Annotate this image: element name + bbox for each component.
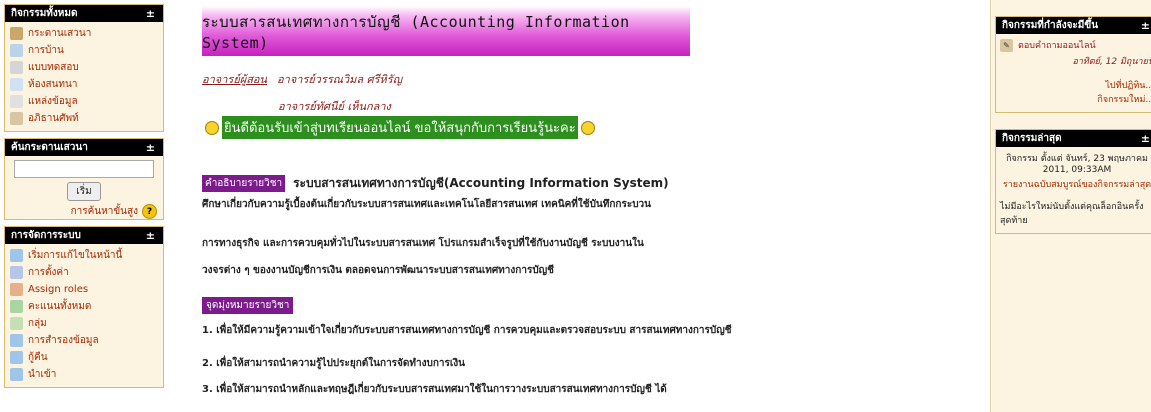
objective-line: 3. เพื่อให้สามารถนำหลักและทฤษฎีเกี่ยวกับ… <box>202 384 667 395</box>
nav-item[interactable]: Assign roles <box>10 281 158 298</box>
glossary-icon <box>10 112 23 125</box>
new-event-link[interactable]: กิจกรรมใหม่... <box>1000 92 1151 106</box>
restore-icon <box>10 351 23 364</box>
activities-block-header: กิจกรรมทั้งหมด ± <box>5 5 163 22</box>
nav-item[interactable]: กลุ่ม <box>10 315 158 332</box>
nav-item[interactable]: การสำรองข้อมูล <box>10 332 158 349</box>
assignment-icon <box>10 44 23 57</box>
nothing-new-text: ไม่มีอะไรใหม่นับตั้งแต่คุณล็อกอินครั้งสุ… <box>1000 202 1144 226</box>
nav-item[interactable]: คะแนนทั้งหมด <box>10 298 158 315</box>
activity-since: กิจกรรม ตั้งแต่ จันทร์, 23 พฤษภาคม 2011,… <box>1006 154 1148 175</box>
upcoming-event-link[interactable]: ตอบคำถามออนไลน์ <box>1018 38 1096 52</box>
description-line: วงจรต่าง ๆ ของงานบัญชีการเงิน ตลอดจนการพ… <box>202 265 554 276</box>
collapse-toggle-icon[interactable]: ± <box>1141 17 1150 34</box>
admin-list: เริ่มการแก้ไขในหน้านี้การตั้งค่า Assign r… <box>5 244 163 387</box>
nav-item[interactable]: การบ้าน <box>10 42 158 59</box>
teacher-name-1: อาจารย์วรรณวิมล ศรีหิรัญ <box>277 73 403 86</box>
administration-block: การจัดการระบบ ± เริ่มการแก้ไขในหน้านี้กา… <box>4 226 164 388</box>
advanced-search-link[interactable]: การค้นหาขั้นสูง <box>71 204 138 219</box>
upcoming-block-title: กิจกรรมที่กำลังจะมีขึ้น <box>1002 20 1099 31</box>
description-heading: คำอธิบายรายวิชา ระบบสารสนเทศทางการบัญชี(… <box>202 174 669 193</box>
nav-item-label: คะแนนทั้งหมด <box>28 301 92 312</box>
nav-item[interactable]: นำเข้า <box>10 366 158 383</box>
resource-icon <box>10 95 23 108</box>
objective-line: 2. เพื่อให้สามารถนำความรู้ไปประยุกต์ในกา… <box>202 358 466 369</box>
nav-item[interactable]: ห้องสนทนา <box>10 76 158 93</box>
objectives-heading: จุดมุ่งหมายรายวิชา <box>202 297 294 314</box>
nav-item-label: กลุ่ม <box>28 318 47 329</box>
collapse-toggle-icon[interactable]: ± <box>146 139 155 156</box>
left-column: กิจกรรมทั้งหมด ± กระดานเสวนาการบ้านแบบทด… <box>0 0 168 412</box>
search-forums-block: ค้นกระดานเสวนา ± เริ่ม การค้นหาขั้นสูง ? <box>4 138 164 220</box>
course-title: ระบบสารสนเทศทางการบัญชี(Accounting Infor… <box>293 176 669 190</box>
nav-item-label: Assign roles <box>28 284 89 295</box>
activities-block-title: กิจกรรมทั้งหมด <box>11 8 78 19</box>
nav-item-label: กระดานเสวนา <box>28 28 92 39</box>
nav-item[interactable]: เริ่มการแก้ไขในหน้านี้ <box>10 247 158 264</box>
edit-icon <box>10 249 23 262</box>
nav-item-label: นำเข้า <box>28 369 57 380</box>
full-report-link[interactable]: รายงานฉบับสมบูรณ์ของกิจกรรมล่าสุด <box>1000 177 1151 191</box>
collapse-toggle-icon[interactable]: ± <box>146 227 155 244</box>
collapse-toggle-icon[interactable]: ± <box>1141 130 1150 147</box>
search-block-title: ค้นกระดานเสวนา <box>11 142 88 153</box>
teacher-name-2: อาจารย์ทัศนีย์ เห็นกลาง <box>278 100 391 113</box>
groups-icon <box>10 317 23 330</box>
nav-item-label: อภิธานศัพท์ <box>28 113 79 124</box>
go-to-calendar-link[interactable]: ไปที่ปฏิทิน... <box>1000 78 1151 92</box>
upcoming-events-block: กิจกรรมที่กำลังจะมีขึ้น ± ✎ ตอบคำถามออนไ… <box>995 16 1151 113</box>
activities-block: กิจกรรมทั้งหมด ± กระดานเสวนาการบ้านแบบทด… <box>4 4 164 132</box>
nav-item-label: การตั้งค่า <box>28 267 69 278</box>
nav-item-label: แบบทดสอบ <box>28 62 79 73</box>
quiz-icon <box>10 61 23 74</box>
nav-item[interactable]: กระดานเสวนา <box>10 25 158 42</box>
search-input[interactable] <box>14 160 154 178</box>
grades-icon <box>10 300 23 313</box>
main-content: ระบบสารสนเทศทางการบัญชี (Accounting Info… <box>172 0 988 412</box>
nav-item-label: เริ่มการแก้ไขในหน้านี้ <box>28 250 123 261</box>
activities-list: กระดานเสวนาการบ้านแบบทดสอบห้องสนทนาแหล่ง… <box>5 22 163 131</box>
welcome-text: ยินดีต้อนรับเข้าสู่บทเรียนออนไลน์ ขอให้ส… <box>222 116 578 139</box>
nav-item[interactable]: กู้คืน <box>10 349 158 366</box>
objectives-label: จุดมุ่งหมายรายวิชา <box>202 297 294 314</box>
quiz-event-icon: ✎ <box>1000 38 1013 52</box>
course-banner: ระบบสารสนเทศทางการบัญชี (Accounting Info… <box>202 6 690 56</box>
admin-block-header: การจัดการระบบ ± <box>5 227 163 244</box>
welcome-banner: ยินดีต้อนรับเข้าสู่บทเรียนออนไลน์ ขอให้ส… <box>202 116 598 139</box>
import-icon <box>10 368 23 381</box>
settings-icon <box>10 266 23 279</box>
recent-activity-block: กิจกรรมล่าสุด ± กิจกรรม ตั้งแต่ จันทร์, … <box>995 129 1151 234</box>
description-label: คำอธิบายรายวิชา <box>202 175 286 192</box>
teacher-label: อาจารย์ผู้สอน <box>202 73 268 86</box>
nav-item[interactable]: อภิธานศัพท์ <box>10 110 158 127</box>
chat-icon <box>10 78 23 91</box>
nav-item-label: การสำรองข้อมูล <box>28 335 99 346</box>
teachers-section: อาจารย์ผู้สอน อาจารย์วรรณวิมล ศรีหิรัญ อ… <box>202 70 402 115</box>
nav-item-label: การบ้าน <box>28 45 64 56</box>
recent-block-title: กิจกรรมล่าสุด <box>1002 133 1062 144</box>
description-line: ศึกษาเกี่ยวกับความรู้เบื้องต้นเกี่ยวกับร… <box>202 199 651 210</box>
nav-item-label: ห้องสนทนา <box>28 79 78 90</box>
upcoming-block-header: กิจกรรมที่กำลังจะมีขึ้น ± <box>996 17 1151 34</box>
nav-item[interactable]: การตั้งค่า <box>10 264 158 281</box>
nav-item[interactable]: แหล่งข้อมูล <box>10 93 158 110</box>
collapse-toggle-icon[interactable]: ± <box>146 5 155 22</box>
recent-block-header: กิจกรรมล่าสุด ± <box>996 130 1151 147</box>
objective-line: 1. เพื่อให้มีความรู้ความเข้าใจเกี่ยวกับร… <box>202 325 732 336</box>
nav-item-label: กู้คืน <box>28 352 48 363</box>
nav-item[interactable]: แบบทดสอบ <box>10 59 158 76</box>
nav-item-label: แหล่งข้อมูล <box>28 96 78 107</box>
forum-icon <box>10 27 23 40</box>
description-line: การทางธุรกิจ และการควบคุมทั่วไปในระบบสาร… <box>202 238 644 249</box>
backup-icon <box>10 334 23 347</box>
search-block-header: ค้นกระดานเสวนา ± <box>5 139 163 156</box>
smiley-icon <box>205 120 219 135</box>
admin-block-title: การจัดการระบบ <box>11 230 81 241</box>
right-column: กิจกรรมที่กำลังจะมีขึ้น ± ✎ ตอบคำถามออนไ… <box>990 0 1151 412</box>
smiley-icon <box>580 120 595 135</box>
search-button[interactable]: เริ่ม <box>67 182 101 201</box>
roles-icon <box>10 283 23 296</box>
help-icon[interactable]: ? <box>142 204 157 219</box>
upcoming-event-date: อาทิตย์, 12 มิถุนายน <box>1072 57 1151 67</box>
